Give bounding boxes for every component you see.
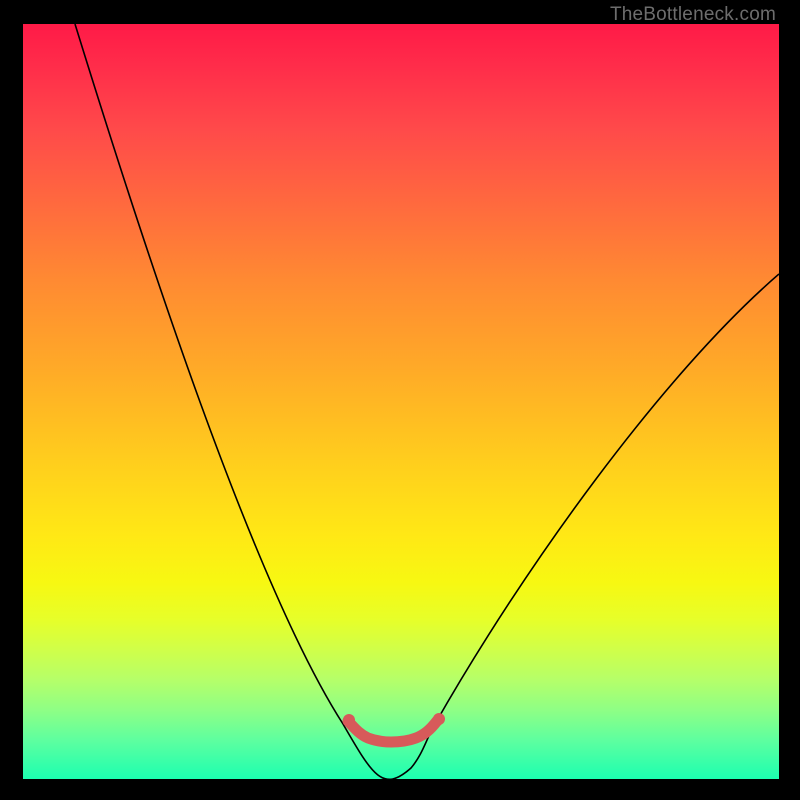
plot-area [23,24,779,779]
watermark-text: TheBottleneck.com [610,4,776,26]
floor-dot-left [343,714,355,726]
chart-stage: TheBottleneck.com [0,0,800,800]
bottleneck-curve [75,24,779,779]
curve-svg [23,24,779,779]
floor-dot-right [433,713,445,725]
floor-band [348,721,437,742]
